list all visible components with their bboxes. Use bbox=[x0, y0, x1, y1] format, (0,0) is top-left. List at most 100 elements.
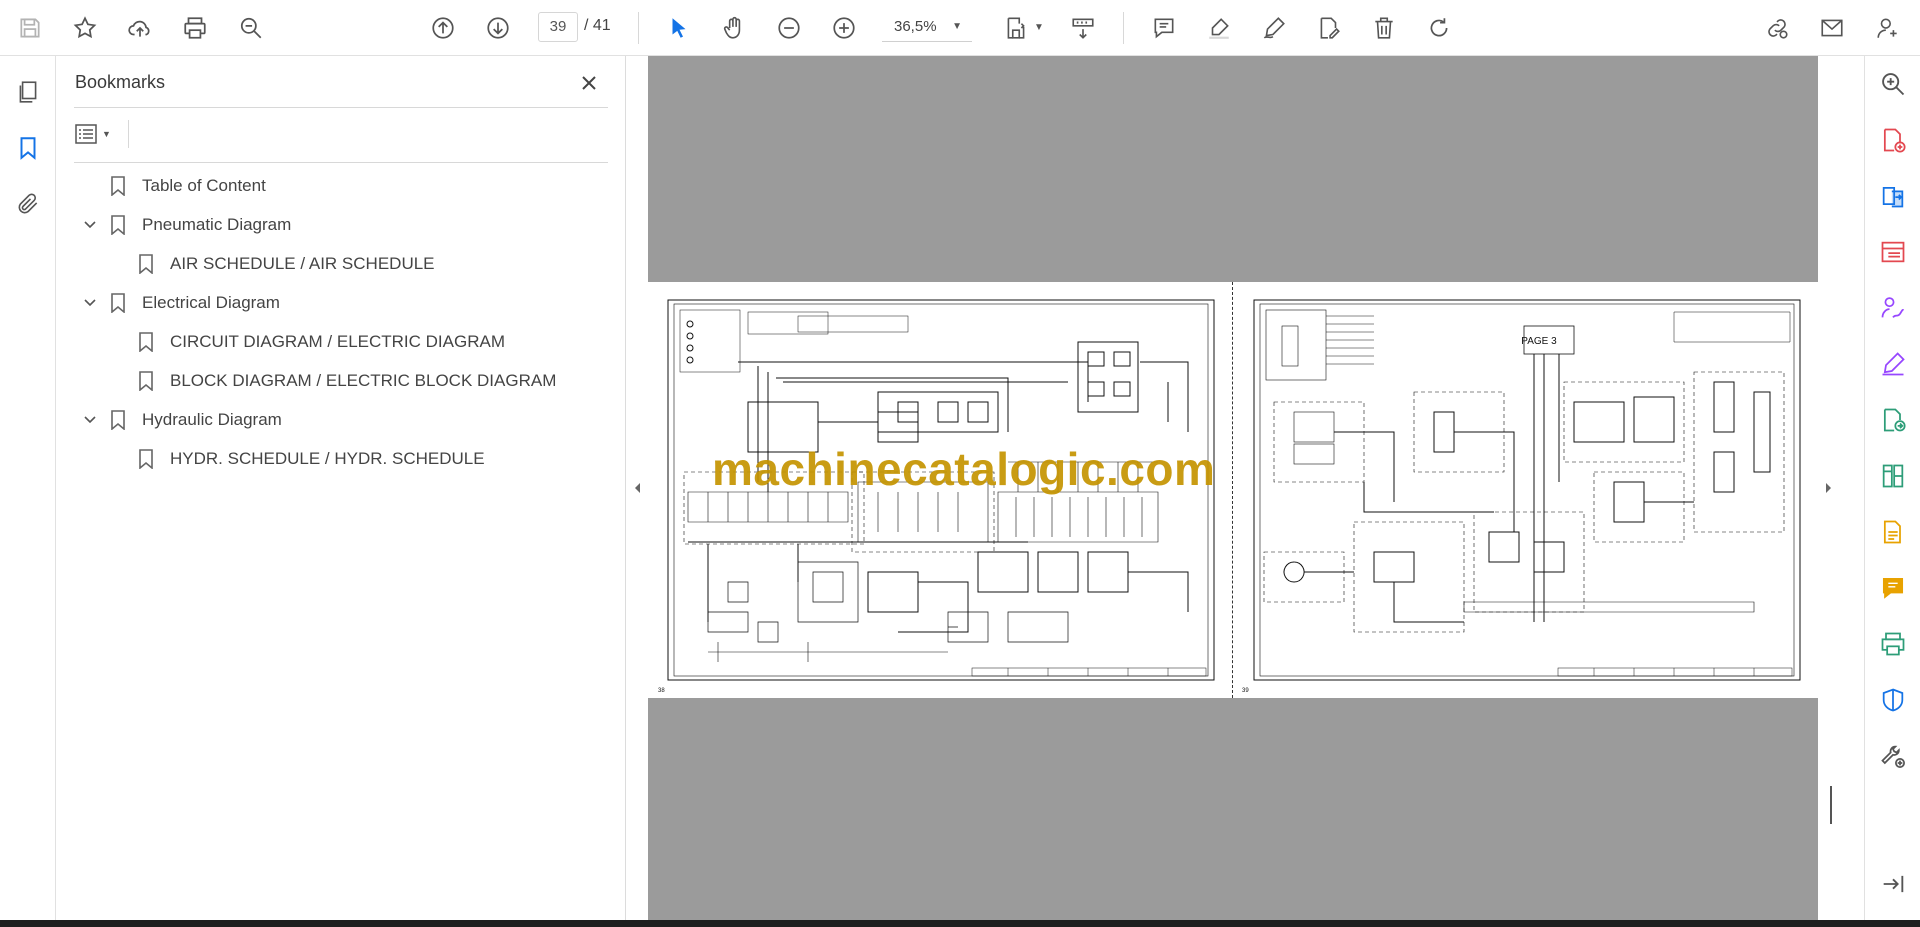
bookmark-item[interactable]: AIR SCHEDULE / AIR SCHEDULE bbox=[108, 248, 435, 280]
more-tools-icon[interactable] bbox=[1873, 736, 1913, 776]
document-view[interactable]: 38 PAGE 3 39 machinecatalogic.com bbox=[648, 56, 1818, 920]
share-link-icon[interactable] bbox=[1757, 8, 1797, 48]
delete-icon[interactable] bbox=[1364, 8, 1404, 48]
send-for-review-icon[interactable] bbox=[1873, 400, 1913, 440]
bookmarks-panel: Bookmarks ▼ Table of Content Pneumatic D… bbox=[56, 56, 626, 920]
chevron-down-icon[interactable] bbox=[80, 410, 100, 430]
bookmark-label: Hydraulic Diagram bbox=[142, 410, 282, 429]
chevron-down-icon[interactable] bbox=[80, 215, 100, 235]
bookmark-options-button[interactable]: ▼ bbox=[74, 118, 124, 150]
bookmark-item[interactable]: Table of Content bbox=[80, 170, 266, 202]
bookmarks-icon[interactable] bbox=[8, 128, 48, 168]
bookmark-item[interactable]: CIRCUIT DIAGRAM / ELECTRIC DIAGRAM bbox=[108, 326, 505, 358]
bookmark-flag-icon bbox=[108, 213, 128, 237]
comment-icon[interactable] bbox=[1144, 8, 1184, 48]
draw-pen-icon[interactable] bbox=[1254, 8, 1294, 48]
email-icon[interactable] bbox=[1812, 8, 1852, 48]
panel-divider bbox=[128, 120, 129, 148]
pdf-page-right: PAGE 3 39 bbox=[1234, 282, 1818, 698]
organize-pages-icon[interactable] bbox=[1873, 232, 1913, 272]
zoom-out-icon[interactable] bbox=[769, 8, 809, 48]
watermark-text: machinecatalogic.com bbox=[712, 443, 1216, 495]
edit-text-icon[interactable] bbox=[1309, 8, 1349, 48]
highlight-icon[interactable] bbox=[1199, 8, 1239, 48]
bookmark-flag-icon bbox=[136, 252, 156, 276]
bookmark-item[interactable]: Pneumatic Diagram bbox=[80, 209, 291, 241]
search-zoom-icon[interactable] bbox=[231, 8, 271, 48]
panel-divider bbox=[74, 107, 608, 108]
bookmark-label: Table of Content bbox=[142, 176, 266, 195]
top-toolbar: 39 / 41 36,5% ▼ ▼ bbox=[0, 0, 1920, 56]
select-cursor-icon[interactable] bbox=[659, 8, 699, 48]
page-fit-icon[interactable] bbox=[996, 8, 1036, 48]
page-number-label: 38 bbox=[658, 688, 665, 694]
compare-files-icon[interactable] bbox=[1873, 456, 1913, 496]
export-pdf-icon[interactable] bbox=[1873, 176, 1913, 216]
taskbar-strip bbox=[0, 920, 1920, 927]
cloud-upload-icon[interactable] bbox=[120, 8, 160, 48]
bookmarks-title: Bookmarks bbox=[75, 72, 166, 92]
bookmark-flag-icon bbox=[136, 369, 156, 393]
hand-tool-icon[interactable] bbox=[714, 8, 754, 48]
user-add-icon[interactable] bbox=[1868, 8, 1908, 48]
left-navigation-rail bbox=[0, 56, 56, 920]
expand-panel-icon[interactable] bbox=[1873, 864, 1913, 904]
bookmark-item[interactable]: Electrical Diagram bbox=[80, 287, 280, 319]
chevron-down-icon[interactable] bbox=[80, 293, 100, 313]
protect-shield-icon[interactable] bbox=[1873, 680, 1913, 720]
close-icon[interactable] bbox=[574, 68, 604, 98]
page-number-label: 39 bbox=[1242, 688, 1249, 694]
page-total: / 41 bbox=[584, 17, 611, 34]
bookmark-label: Pneumatic Diagram bbox=[142, 215, 292, 234]
chevron-down-icon: ▼ bbox=[952, 21, 962, 32]
previous-page-icon[interactable] bbox=[423, 8, 463, 48]
bookmark-flag-icon bbox=[108, 174, 128, 198]
panel-divider bbox=[74, 162, 608, 163]
next-page-icon[interactable] bbox=[478, 8, 518, 48]
save-icon[interactable] bbox=[10, 8, 50, 48]
right-tools-rail bbox=[1864, 56, 1920, 920]
page-thumbnails-icon[interactable] bbox=[8, 72, 48, 112]
bookmark-flag-icon bbox=[108, 291, 128, 315]
toolbar-divider bbox=[1123, 12, 1124, 44]
bookmark-label: CIRCUIT DIAGRAM / ELECTRIC DIAGRAM bbox=[170, 332, 505, 351]
bookmark-item[interactable]: HYDR. SCHEDULE / HYDR. SCHEDULE bbox=[108, 443, 485, 475]
comment-tool-icon[interactable] bbox=[1873, 568, 1913, 608]
request-signature-icon[interactable] bbox=[1873, 288, 1913, 328]
bookmark-label: AIR SCHEDULE / AIR SCHEDULE bbox=[170, 254, 435, 273]
scroll-mode-icon[interactable] bbox=[1063, 8, 1103, 48]
bookmark-label: BLOCK DIAGRAM / ELECTRIC BLOCK DIAGRAM bbox=[170, 371, 557, 390]
print-icon[interactable] bbox=[175, 8, 215, 48]
bookmark-flag-icon bbox=[136, 330, 156, 354]
zoom-level-select[interactable]: 36,5% ▼ bbox=[882, 12, 972, 42]
print-production-icon[interactable] bbox=[1873, 624, 1913, 664]
bookmark-label: Electrical Diagram bbox=[142, 293, 280, 312]
bookmark-flag-icon bbox=[136, 447, 156, 471]
page-box-label: PAGE 3 bbox=[1521, 336, 1557, 347]
rotate-icon[interactable] bbox=[1419, 8, 1459, 48]
page-fit-caret-icon[interactable]: ▼ bbox=[1034, 22, 1044, 33]
bookmark-flag-icon bbox=[108, 408, 128, 432]
chevron-down-icon: ▼ bbox=[102, 129, 111, 139]
bookmark-item[interactable]: BLOCK DIAGRAM / ELECTRIC BLOCK DIAGRAM bbox=[108, 365, 556, 397]
zoom-in-icon[interactable] bbox=[824, 8, 864, 48]
pneumatic-schematic-drawing: PAGE 3 39 bbox=[1242, 299, 1801, 694]
create-pdf-icon[interactable] bbox=[1873, 120, 1913, 160]
fill-sign-icon[interactable] bbox=[1873, 344, 1913, 384]
zoom-search-icon[interactable] bbox=[1873, 64, 1913, 104]
page-number-input[interactable]: 39 bbox=[538, 12, 578, 42]
toolbar-divider bbox=[638, 12, 639, 44]
vertical-scrollbar-thumb[interactable] bbox=[1830, 786, 1832, 824]
bookmark-label: HYDR. SCHEDULE / HYDR. SCHEDULE bbox=[170, 449, 485, 468]
star-icon[interactable] bbox=[65, 8, 105, 48]
bookmark-item[interactable]: Hydraulic Diagram bbox=[80, 404, 282, 436]
collapse-right-panel-handle[interactable] bbox=[1818, 470, 1840, 506]
scan-ocr-icon[interactable] bbox=[1873, 512, 1913, 552]
attachments-icon[interactable] bbox=[8, 184, 48, 224]
collapse-left-panel-handle[interactable] bbox=[626, 470, 648, 506]
